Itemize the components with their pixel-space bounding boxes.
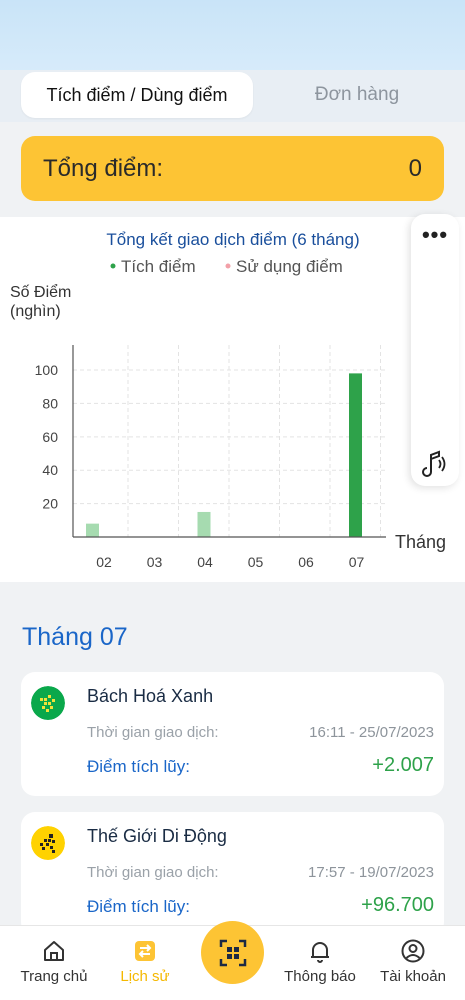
- floating-tools-panel: •••: [411, 214, 459, 486]
- legend-dot-earn: [110, 263, 116, 269]
- nav-notifications-label: Thông báo: [284, 968, 356, 985]
- nav-history[interactable]: Lịch sử: [99, 934, 191, 994]
- qr-code-icon: [219, 939, 246, 966]
- y-tick-label: 80: [42, 395, 58, 411]
- x-tick-label: 03: [147, 554, 163, 570]
- the-gioi-di-dong-logo-icon: [31, 826, 65, 860]
- x-tick-label: 06: [298, 554, 314, 570]
- nav-home[interactable]: Trang chủ: [8, 934, 100, 994]
- bottom-navigation: Trang chủ Lịch sử Thông báo Tài khoản: [0, 921, 465, 1000]
- total-points-banner: Tổng điểm: 0: [21, 136, 444, 201]
- history-exchange-icon: [135, 941, 155, 961]
- merchant-name: Thế Giới Di Động: [87, 826, 227, 846]
- x-tick-label: 07: [349, 554, 365, 570]
- x-tick-label: 02: [96, 554, 112, 570]
- speaker-icon[interactable]: [419, 446, 451, 478]
- y-tick-label: 20: [42, 496, 58, 512]
- legend-label-earn: Tích điểm: [121, 257, 196, 276]
- chart-bar-02[interactable]: [86, 523, 99, 537]
- nav-history-label: Lịch sử: [120, 968, 170, 985]
- transaction-time: 17:57 - 19/07/2023: [308, 864, 434, 881]
- chart-bar-04[interactable]: [197, 511, 211, 537]
- more-dots-icon[interactable]: •••: [411, 222, 459, 248]
- total-points-value: 0: [408, 154, 422, 182]
- points-earned-value: +2.007: [372, 754, 434, 776]
- points-earned-label: Điểm tích lũy:: [87, 757, 190, 776]
- points-earned-value: +96.700: [361, 894, 434, 916]
- y-tick-label: 100: [35, 362, 59, 378]
- bach-hoa-xanh-logo-icon: [31, 686, 65, 720]
- legend-label-use: Sử dụng điểm: [236, 257, 343, 276]
- points-earned-label: Điểm tích lũy:: [87, 897, 190, 916]
- x-tick-label: 05: [248, 554, 264, 570]
- nav-account-label: Tài khoản: [380, 968, 446, 985]
- chart-bar-07[interactable]: [349, 373, 362, 537]
- y-axis-unit: (nghìn): [10, 303, 61, 320]
- month-section-title: Tháng 07: [22, 623, 128, 651]
- nav-account[interactable]: Tài khoản: [367, 934, 459, 994]
- bell-icon: [311, 942, 329, 963]
- account-icon: [401, 939, 425, 963]
- chart-bars: [86, 373, 362, 537]
- merchant-name: Bách Hoá Xanh: [87, 686, 214, 706]
- qr-scan-button[interactable]: [201, 921, 264, 984]
- total-points-label: Tổng điểm:: [43, 154, 164, 182]
- y-tick-label: 60: [42, 429, 58, 445]
- transaction-time-label: Thời gian giao dịch:: [87, 724, 219, 741]
- legend-dot-use: [225, 263, 231, 269]
- home-icon: [44, 941, 64, 961]
- y-tick-label: 40: [42, 462, 58, 478]
- tab-points[interactable]: Tích điểm / Dùng điểm: [21, 72, 253, 118]
- points-chart-card: Tổng kết giao dịch điểm (6 tháng) Tích đ…: [0, 217, 465, 582]
- chart-legend: Tích điểm Sử dụng điểm: [110, 257, 343, 276]
- x-axis-label: Tháng: [395, 532, 446, 552]
- x-tick-labels: 02 03 04 05 06 07: [96, 554, 364, 570]
- tab-orders[interactable]: Đơn hàng: [262, 72, 452, 118]
- nav-home-label: Trang chủ: [20, 968, 88, 985]
- chart-title: Tổng kết giao dịch điểm (6 tháng): [106, 230, 359, 249]
- nav-notifications[interactable]: Thông báo: [274, 934, 366, 994]
- chart-grid: [73, 345, 386, 537]
- transaction-time: 16:11 - 25/07/2023: [309, 724, 434, 741]
- y-tick-labels: 20 40 60 80 100: [35, 362, 59, 512]
- transaction-time-label: Thời gian giao dịch:: [87, 864, 219, 881]
- transaction-card[interactable]: Bách Hoá Xanh Thời gian giao dịch: 16:11…: [21, 672, 444, 796]
- points-chart: Tổng kết giao dịch điểm (6 tháng) Tích đ…: [10, 230, 446, 570]
- tab-bar: Tích điểm / Dùng điểm Đơn hàng: [0, 70, 465, 122]
- transaction-card[interactable]: Thế Giới Di Động Thời gian giao dịch: 17…: [21, 812, 444, 936]
- y-axis-label: Số Điểm: [10, 283, 71, 301]
- x-tick-label: 04: [197, 554, 213, 570]
